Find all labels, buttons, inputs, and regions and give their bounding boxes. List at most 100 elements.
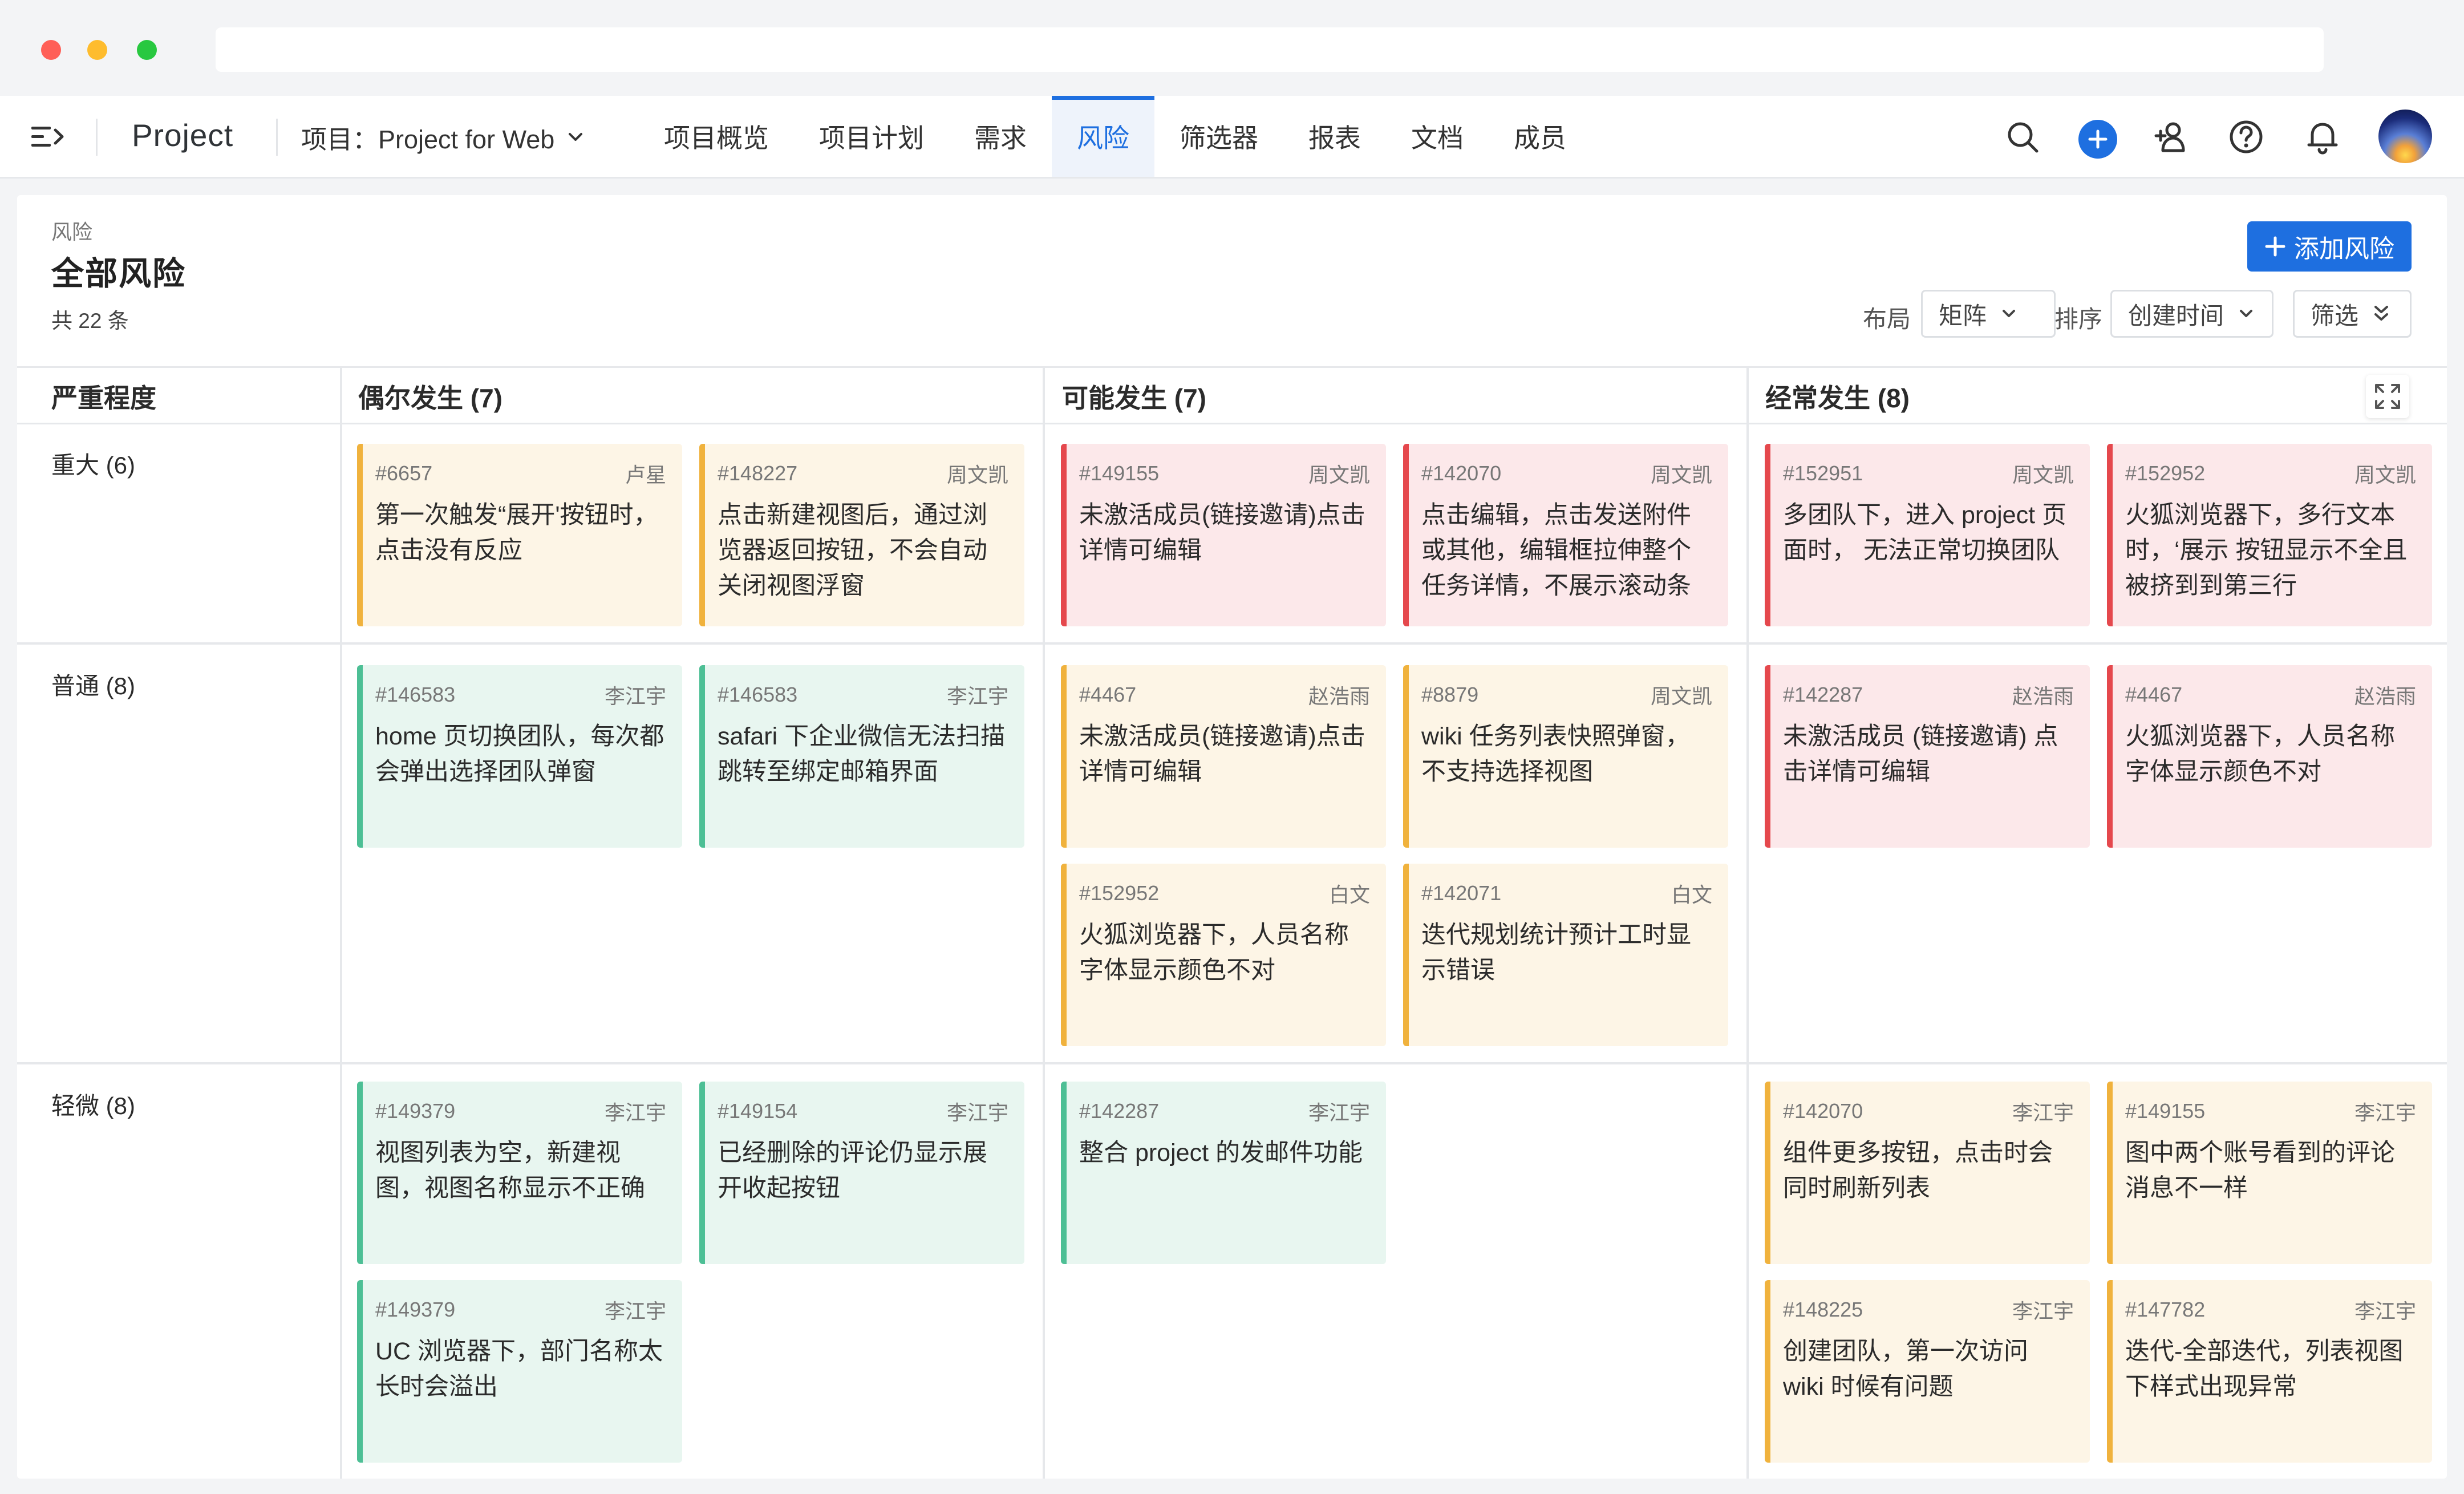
help-icon[interactable] bbox=[2228, 119, 2264, 155]
card-owner: 李江宇 bbox=[946, 1101, 1008, 1124]
bell-icon[interactable] bbox=[2304, 119, 2341, 155]
add-risk-button[interactable]: 添加风险 bbox=[2247, 221, 2412, 272]
card-id: #148227 bbox=[718, 461, 798, 485]
layout-select[interactable]: 矩阵 bbox=[1921, 290, 2056, 338]
minimize-window-button[interactable] bbox=[87, 40, 107, 60]
risk-card[interactable]: #142070 李江宇 组件更多按钮，点击时会同时刷新列表 bbox=[1765, 1082, 2090, 1264]
risk-card[interactable]: #142287 赵浩雨 未激活成员 (链接邀请) 点击详情可编辑 bbox=[1765, 665, 2090, 848]
risk-card[interactable]: #6657 卢星 第一次触发“展开'按钮时，点击没有反应 bbox=[357, 444, 682, 626]
close-window-button[interactable] bbox=[41, 40, 61, 60]
nav-divider bbox=[96, 119, 98, 156]
card-owner: 李江宇 bbox=[604, 685, 666, 708]
card-owner: 周文凯 bbox=[2012, 463, 2074, 487]
card-title: 火狐浏览器下，人员名称字体显示颜色不对 bbox=[1079, 921, 1349, 984]
card-title: 第一次触发“展开'按钮时，点击没有反应 bbox=[375, 501, 658, 564]
matrix-header-row: 严重程度 偶尔发生 (7) 可能发生 (7) 经常发生 (8) bbox=[17, 366, 2447, 424]
risk-card[interactable]: #8879 周文凯 wiki 任务列表快照弹窗，不支持选择视图 bbox=[1403, 665, 1728, 848]
card-owner: 李江宇 bbox=[2354, 1299, 2416, 1323]
risk-card[interactable]: #147782 李江宇 迭代-全部迭代，列表视图下样式出现异常 bbox=[2107, 1280, 2432, 1463]
layout-label: 布局 bbox=[1863, 306, 1911, 333]
column-header-possible: 可能发生 (7) bbox=[1062, 383, 1206, 413]
search-icon[interactable] bbox=[2004, 119, 2041, 155]
menu-collapse-icon[interactable] bbox=[31, 125, 64, 148]
breadcrumb[interactable]: 风险 bbox=[51, 216, 92, 245]
address-bar[interactable] bbox=[216, 27, 2324, 72]
card-owner: 李江宇 bbox=[604, 1299, 666, 1323]
card-owner: 周文凯 bbox=[1650, 685, 1712, 708]
risk-card[interactable]: #148227 周文凯 点击新建视图后，通过浏览器返回按钮，不会自动关闭视图浮窗 bbox=[699, 444, 1024, 626]
card-title: 火狐浏览器下，多行文本时，‘展示 按钮显示不全且被挤到到第三行 bbox=[2125, 501, 2408, 600]
tab-requirements[interactable]: 需求 bbox=[949, 96, 1052, 177]
card-id: #152952 bbox=[2125, 461, 2206, 485]
add-icon[interactable] bbox=[2078, 120, 2117, 159]
card-owner: 李江宇 bbox=[2012, 1101, 2074, 1124]
risk-card[interactable]: #142287 李江宇 整合 project 的发邮件功能 bbox=[1061, 1082, 1386, 1264]
risk-card[interactable]: #142070 周文凯 点击编辑，点击发送附件或其他，编辑框拉伸整个任务详情，不展… bbox=[1403, 444, 1728, 626]
maximize-window-button[interactable] bbox=[137, 40, 157, 60]
project-selector-label: 项目：Project for Web bbox=[301, 124, 555, 154]
card-id: #8879 bbox=[1421, 683, 1479, 706]
card-title: 创建团队，第一次访问 wiki 时候有问题 bbox=[1783, 1338, 2028, 1400]
card-title: 组件更多按钮，点击时会同时刷新列表 bbox=[1783, 1139, 2053, 1202]
card-owner: 白文 bbox=[1328, 883, 1370, 906]
tab-reports[interactable]: 报表 bbox=[1283, 96, 1386, 177]
fullscreen-icon[interactable] bbox=[2366, 375, 2409, 418]
risk-card[interactable]: #152952 白文 火狐浏览器下，人员名称字体显示颜色不对 bbox=[1061, 864, 1386, 1046]
severity-column-header: 严重程度 bbox=[51, 383, 156, 413]
app-name[interactable]: Project bbox=[132, 117, 233, 153]
tab-overview[interactable]: 项目概览 bbox=[639, 96, 794, 177]
card-id: #4467 bbox=[2125, 683, 2183, 706]
card-id: #152951 bbox=[1783, 461, 1863, 485]
card-title: 未激活成员 (链接邀请) 点击详情可编辑 bbox=[1783, 723, 2058, 786]
column-header-frequent: 经常发生 (8) bbox=[1765, 383, 1910, 413]
risk-card[interactable]: #149379 李江宇 视图列表为空，新建视图，视图名称显示不正确 bbox=[357, 1082, 682, 1264]
card-id: #142287 bbox=[1783, 683, 1863, 706]
add-risk-label: 添加风险 bbox=[2294, 235, 2394, 263]
sort-select[interactable]: 创建时间 bbox=[2110, 290, 2273, 338]
card-title: wiki 任务列表快照弹窗，不支持选择视图 bbox=[1421, 723, 1690, 786]
project-selector[interactable]: 项目：Project for Web bbox=[301, 120, 584, 154]
risk-card[interactable]: #142071 白文 迭代规划统计预计工时显示错误 bbox=[1403, 864, 1728, 1046]
card-id: #4467 bbox=[1079, 683, 1137, 706]
card-owner: 周文凯 bbox=[1650, 463, 1712, 487]
card-owner: 周文凯 bbox=[1308, 463, 1370, 487]
project-tabs: 项目概览 项目计划 需求 风险 筛选器 报表 文档 成员 bbox=[639, 96, 1591, 177]
risk-card[interactable]: #152952 周文凯 火狐浏览器下，多行文本时，‘展示 按钮显示不全且被挤到到第… bbox=[2107, 444, 2432, 626]
risk-card[interactable]: #146583 李江宇 safari 下企业微信无法扫描跳转至绑定邮箱界面 bbox=[699, 665, 1024, 848]
risk-card[interactable]: #4467 赵浩雨 火狐浏览器下，人员名称字体显示颜色不对 bbox=[2107, 665, 2432, 848]
card-id: #142070 bbox=[1421, 461, 1502, 485]
card-id: #149155 bbox=[1079, 461, 1160, 485]
grid-line bbox=[17, 642, 2447, 645]
risk-card[interactable]: #149155 李江宇 图中两个账号看到的评论消息不一样 bbox=[2107, 1082, 2432, 1264]
add-user-icon[interactable] bbox=[2154, 119, 2190, 155]
risk-card[interactable]: #149379 李江宇 UC 浏览器下，部门名称太长时会溢出 bbox=[357, 1280, 682, 1463]
card-id: #152952 bbox=[1079, 881, 1160, 905]
risk-card[interactable]: #152951 周文凯 多团队下，进入 project 页面时， 无法正常切换团队 bbox=[1765, 444, 2090, 626]
card-owner: 赵浩雨 bbox=[2012, 685, 2074, 708]
risk-panel: 风险 全部风险 共 22 条 添加风险 布局 矩阵 排序 创建时间 筛选 严重程… bbox=[17, 195, 2447, 1479]
filter-button[interactable]: 筛选 bbox=[2293, 290, 2412, 338]
card-title: 整合 project 的发邮件功能 bbox=[1079, 1139, 1363, 1167]
risk-card[interactable]: #146583 李江宇 home 页切换团队，每次都会弹出选择团队弹窗 bbox=[357, 665, 682, 848]
grid-line bbox=[340, 367, 342, 1479]
tab-plan[interactable]: 项目计划 bbox=[794, 96, 949, 177]
top-navigation: Project 项目：Project for Web 项目概览 项目计划 需求 … bbox=[0, 96, 2464, 179]
risk-card[interactable]: #149155 周文凯 未激活成员(链接邀请)点击详情可编辑 bbox=[1061, 444, 1386, 626]
risk-card[interactable]: #149154 李江宇 已经删除的评论仍显示展开收起按钮 bbox=[699, 1082, 1024, 1264]
sort-value: 创建时间 bbox=[2128, 302, 2224, 329]
tab-docs[interactable]: 文档 bbox=[1386, 96, 1489, 177]
risk-card[interactable]: #4467 赵浩雨 未激活成员(链接邀请)点击详情可编辑 bbox=[1061, 665, 1386, 848]
card-title: 视图列表为空，新建视图，视图名称显示不正确 bbox=[375, 1139, 645, 1202]
card-owner: 周文凯 bbox=[2354, 463, 2416, 487]
tab-risks[interactable]: 风险 bbox=[1052, 96, 1154, 177]
risk-card[interactable]: #148225 李江宇 创建团队，第一次访问 wiki 时候有问题 bbox=[1765, 1280, 2090, 1463]
avatar[interactable] bbox=[2378, 110, 2432, 163]
tab-members[interactable]: 成员 bbox=[1489, 96, 1591, 177]
chevron-down-icon bbox=[2003, 310, 2016, 317]
card-title: 已经删除的评论仍显示展开收起按钮 bbox=[718, 1139, 987, 1202]
card-owner: 赵浩雨 bbox=[2354, 685, 2416, 708]
tab-filters[interactable]: 筛选器 bbox=[1154, 96, 1283, 177]
card-id: #148225 bbox=[1783, 1298, 1863, 1321]
grid-line bbox=[17, 1062, 2447, 1064]
column-header-occasional: 偶尔发生 (7) bbox=[358, 383, 502, 413]
